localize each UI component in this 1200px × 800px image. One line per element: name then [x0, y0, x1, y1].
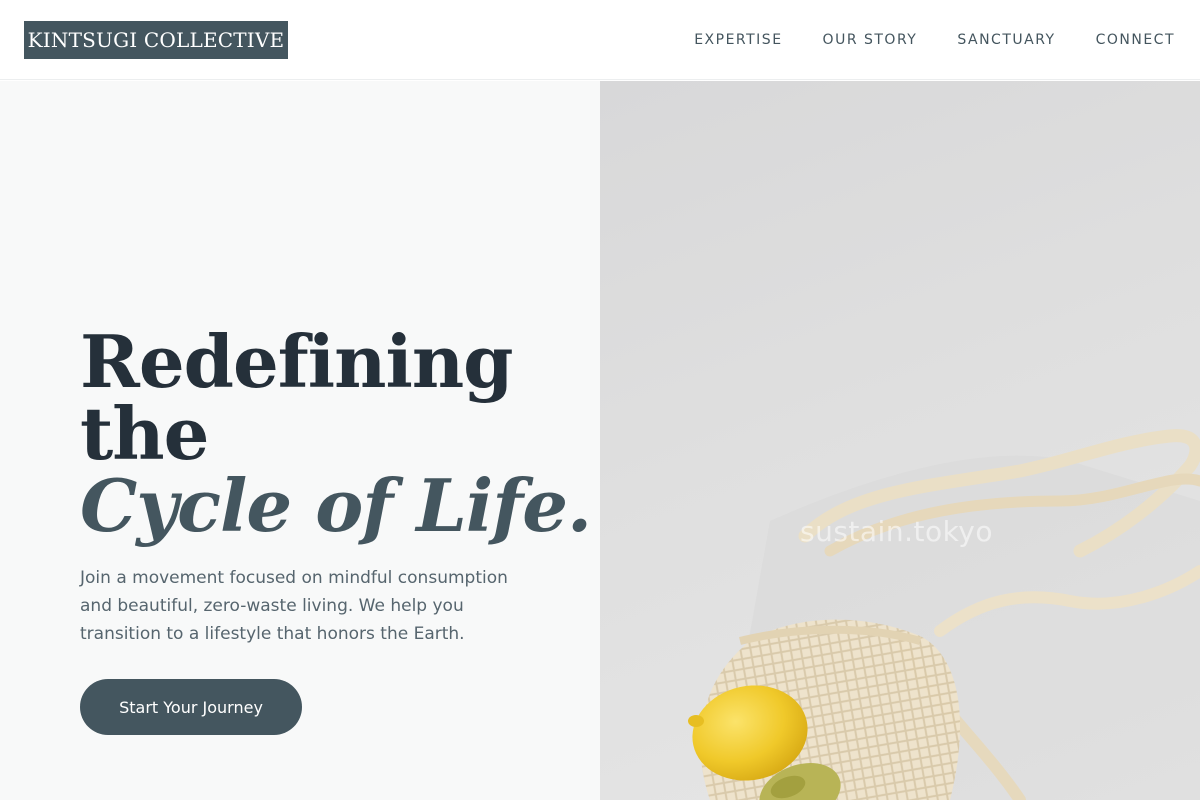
start-journey-button[interactable]: Start Your Journey — [80, 679, 302, 735]
main-nav: EXPERTISE OUR STORY SANCTUARY CONNECT — [654, 0, 1175, 80]
nav-item-sanctuary[interactable]: SANCTUARY — [957, 32, 1055, 48]
mesh-bag-with-lemon-photo — [688, 429, 1200, 800]
site-header: KINTSUGI COLLECTIVE EXPERTISE OUR STORY … — [0, 0, 1200, 80]
hero-image: sustain.tokyo — [600, 81, 1200, 800]
hero-description: Join a movement focused on mindful consu… — [80, 568, 508, 644]
nav-item-connect[interactable]: CONNECT — [1096, 32, 1175, 48]
brand-logo[interactable]: KINTSUGI COLLECTIVE — [24, 21, 288, 59]
headline-line-1: Redefining — [80, 319, 514, 404]
nav-item-our-story[interactable]: OUR STORY — [823, 32, 918, 48]
headline-line-2: the — [80, 391, 209, 476]
headline-accent: Cycle of Life. — [80, 463, 592, 548]
nav-item-expertise[interactable]: EXPERTISE — [694, 32, 782, 48]
image-watermark: sustain.tokyo — [800, 515, 994, 548]
hero-headline: Redefining the Cycle of Life. — [80, 319, 592, 548]
